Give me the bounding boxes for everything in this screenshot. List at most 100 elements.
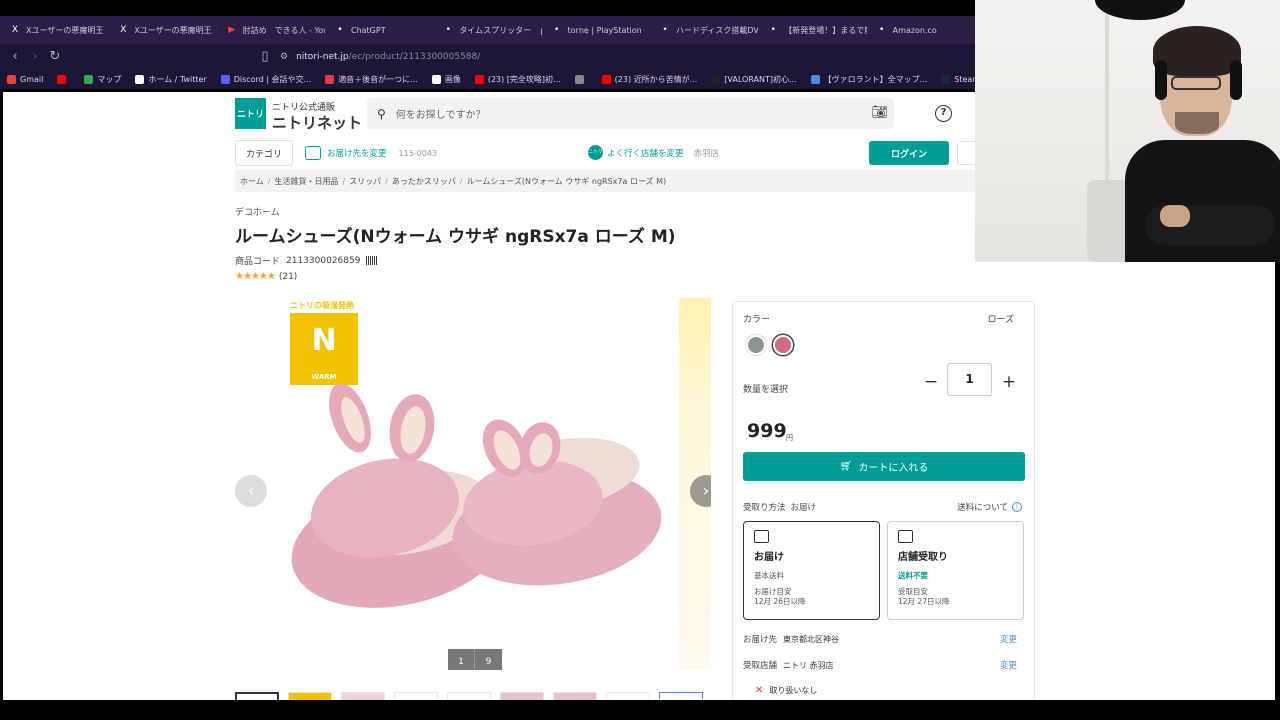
change-store-link[interactable]: ニトリ よく行く店舗を変更 赤羽店: [588, 145, 719, 160]
camera-search-icon[interactable]: 📷︎: [871, 105, 888, 120]
generic-icon: •: [445, 25, 451, 35]
bookmark-item[interactable]: (23) 近所から苦情が...: [595, 74, 705, 85]
search-icon: ⚲: [377, 106, 386, 121]
bookmark-item[interactable]: ホーム / Twitter: [128, 74, 213, 85]
browser-tab[interactable]: X Xユーザーの悪魔明王【...: [108, 16, 216, 44]
purchase-panel: カラー ローズ 数量を選択 − 1 + 999 円 🛒︎ カートに入れる 受取り…: [732, 301, 1035, 700]
pickup-store-row: 受取店舗 ニトリ 赤羽店 変更: [743, 659, 1017, 671]
zip-code: 115-0043: [398, 148, 438, 158]
handling-text: 取り扱いなし: [769, 686, 818, 695]
tab-label: Xユーザーの悪魔明王【...: [134, 25, 216, 35]
thumbnail[interactable]: [606, 692, 650, 700]
quantity-plus-button[interactable]: +: [999, 372, 1019, 392]
nitori-logo[interactable]: ニトリ: [235, 98, 266, 129]
bookmark-item[interactable]: (23) [完全攻略]初...: [468, 74, 568, 85]
bookmark-label: 適音＋後音が一つに...: [338, 74, 418, 84]
bookmark-icon[interactable]: ▯: [255, 49, 275, 64]
bookmark-label: (23) 近所から苦情が...: [614, 74, 698, 84]
browser-tab[interactable]: • 【新発登場！】まるで筋: [758, 16, 867, 44]
tab-label: Xユーザーの悪魔明王【...: [26, 25, 108, 35]
bookmark-item[interactable]: SteamDB: [934, 74, 975, 84]
thumbnail[interactable]: [341, 692, 385, 700]
bookmark-item[interactable]: Gmail: [0, 74, 50, 84]
browser-tab[interactable]: • torne | PlayStation: [542, 16, 650, 44]
bookmark-favicon-icon: [431, 74, 441, 84]
bookmark-item[interactable]: マップ: [77, 74, 128, 85]
browser-tab[interactable]: • ChatGPT: [325, 16, 433, 44]
quantity-minus-button[interactable]: −: [921, 372, 941, 392]
bookmark-item[interactable]: 適音＋後音が一つに...: [318, 74, 425, 85]
bookmark-item[interactable]: [VALORANT]初心...: [704, 74, 803, 85]
shipping-info-link[interactable]: 送料について i: [957, 501, 1022, 513]
login-button[interactable]: ログイン: [869, 141, 949, 165]
youtube-icon: ▶: [228, 25, 236, 35]
add-to-cart-button[interactable]: 🛒︎ カートに入れる: [743, 452, 1025, 481]
help-icon[interactable]: ?: [935, 105, 952, 122]
forward-icon[interactable]: ›: [25, 49, 45, 64]
breadcrumb-item[interactable]: ホーム: [240, 176, 264, 187]
site-info-icon[interactable]: ⚙: [280, 52, 288, 62]
cart-icon: 🛒︎: [839, 461, 853, 472]
bookmark-item[interactable]: 画像: [425, 74, 468, 85]
option-store-pickup[interactable]: 店舗受取り 送料不要 受取目安 12月 27日以降: [887, 521, 1024, 620]
store-label: よく行く店舗を変更: [607, 148, 684, 159]
option-home-delivery[interactable]: お届け 基本送料 お届け目安 12月 26日以降: [743, 521, 880, 620]
browser-tab[interactable]: ▶ 肘詰め できる人 - You: [217, 16, 325, 44]
breadcrumb-item[interactable]: あったかスリッパ: [392, 176, 456, 187]
receive-method: 受取り方法 お届け: [743, 503, 817, 513]
unavailable-icon: ✕: [755, 685, 764, 696]
product-rating[interactable]: ★★★★★ (21): [235, 271, 297, 282]
change-store-button[interactable]: 変更: [1000, 659, 1017, 671]
breadcrumb-item[interactable]: スリッパ: [349, 176, 381, 187]
image-pager: 1 9: [448, 649, 502, 670]
breadcrumb-separator: /: [459, 176, 463, 186]
browser-tab[interactable]: • タイムスプリッター ｐｓ: [433, 16, 542, 44]
barcode-icon[interactable]: [366, 256, 378, 265]
bookmark-label: マップ: [97, 74, 122, 84]
browser-tab[interactable]: • Amazon.co: [867, 16, 975, 44]
option-date: 受取目安 12月 27日以降: [898, 587, 950, 606]
thumbnail[interactable]: [288, 692, 332, 700]
back-icon[interactable]: ‹: [5, 49, 25, 64]
browser-tab[interactable]: • ハードディスク搭載DVDレ: [650, 16, 758, 44]
bookmark-favicon-icon: [574, 74, 584, 84]
bookmark-label: Discord | 会話や交...: [233, 74, 312, 84]
bookmark-favicon-icon: [84, 74, 94, 84]
logo-title[interactable]: ニトリネット: [272, 112, 362, 133]
url-path: /ec/product/2113300005588/: [348, 51, 481, 62]
breadcrumb-item: ルームシューズ(Nウォーム ウサギ ngRSx7a ローズ M): [466, 176, 667, 186]
option-date: お届け目安 12月 26日以降: [754, 587, 806, 606]
bookmark-favicon-icon: [135, 74, 145, 84]
browser-tab[interactable]: X Xユーザーの悪魔明王【...: [0, 16, 108, 44]
change-delivery-link[interactable]: お届け先を変更 115-0043: [305, 146, 437, 160]
bookmark-item[interactable]: 【ヴァロラント】全マップ...: [804, 74, 935, 85]
product-brand[interactable]: デコホーム: [235, 205, 280, 218]
screen: X Xユーザーの悪魔明王【... X Xユーザーの悪魔明王【... ▶ 肘詰め できる人 …: [0, 0, 1280, 720]
change-address-link[interactable]: 変更: [1000, 633, 1017, 645]
breadcrumb-separator: /: [342, 176, 346, 186]
bookmark-item[interactable]: [50, 74, 77, 84]
category-button[interactable]: カテゴリ: [235, 140, 293, 166]
color-swatch-gray[interactable]: [746, 335, 766, 355]
thumbnail[interactable]: [447, 692, 491, 700]
browser-toolbar: ‹ › ↻ ▯ ⚙ nitori-net.jp/ec/product/21133…: [0, 44, 975, 69]
prev-image-button[interactable]: ‹: [235, 475, 267, 507]
bookmark-item[interactable]: Discord | 会話や交...: [214, 74, 318, 85]
handling-status: ✕ 取り扱いなし: [755, 685, 817, 696]
thumbnail[interactable]: [500, 692, 544, 700]
color-swatch-rose[interactable]: [773, 335, 793, 355]
price-unit: 円: [786, 434, 793, 442]
thumbnail[interactable]: [235, 692, 279, 700]
quantity-field[interactable]: 1: [947, 363, 992, 396]
thumbnail[interactable]: [659, 692, 703, 700]
bookmark-item[interactable]: [568, 74, 595, 84]
thumbnail[interactable]: [553, 692, 597, 700]
search-input[interactable]: ⚲ 何をお探しですか？ 📷︎: [367, 98, 894, 129]
breadcrumb-separator: /: [267, 176, 271, 186]
bookmark-favicon-icon: [57, 74, 67, 84]
webcam-overlay: [975, 0, 1280, 262]
address-bar[interactable]: ⚙ nitori-net.jp/ec/product/2113300005588…: [280, 47, 960, 66]
breadcrumb-item[interactable]: 生活雑貨・日用品: [274, 176, 338, 187]
thumbnail[interactable]: [394, 692, 438, 700]
reload-icon[interactable]: ↻: [45, 49, 65, 64]
